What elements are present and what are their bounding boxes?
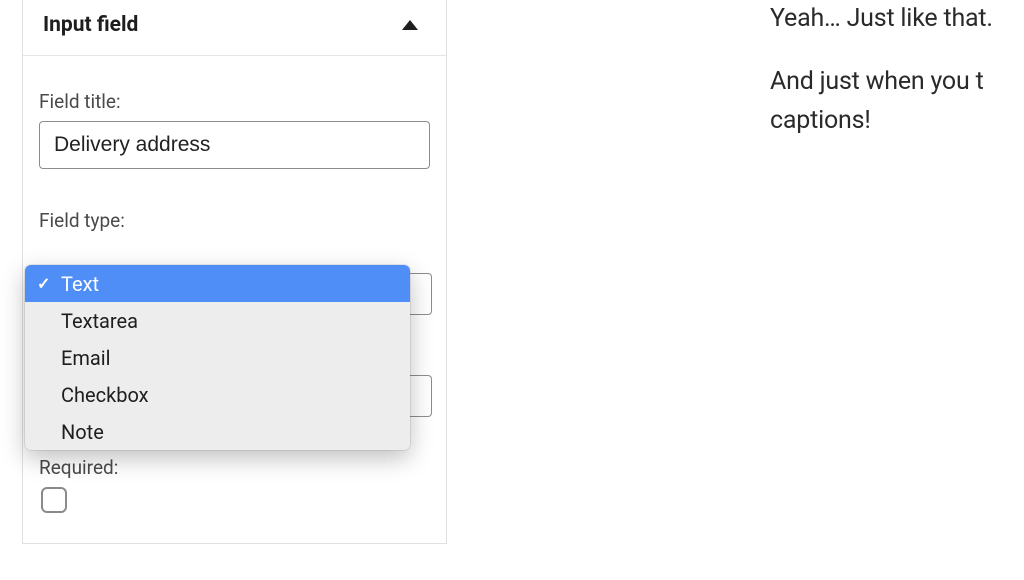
dropdown-option-label: Textarea: [61, 309, 138, 333]
dropdown-option-label: Text: [61, 272, 99, 296]
content-line: captions!: [770, 106, 871, 135]
panel-title: Input field: [43, 13, 138, 37]
collapse-up-icon: [402, 20, 418, 30]
field-title-input[interactable]: [39, 121, 430, 169]
dropdown-option-email[interactable]: Email: [25, 339, 410, 376]
field-type-label: Field type:: [39, 209, 430, 232]
dropdown-option-note[interactable]: Note: [25, 413, 410, 450]
required-checkbox[interactable]: [41, 487, 67, 513]
secondary-select[interactable]: [410, 375, 432, 417]
dropdown-option-textarea[interactable]: Textarea: [25, 302, 410, 339]
field-type-select[interactable]: [410, 273, 432, 315]
page-content-text: Yeah… Just like that. And just when you …: [770, 0, 1024, 164]
content-line: And just when you t: [770, 67, 984, 96]
dropdown-option-label: Email: [61, 346, 111, 370]
field-type-dropdown: ✓ Text Textarea Email Checkbox Note: [25, 265, 410, 450]
field-title-label: Field title:: [39, 90, 430, 113]
required-label: Required:: [39, 456, 430, 479]
dropdown-option-label: Checkbox: [61, 383, 149, 407]
dropdown-option-checkbox[interactable]: Checkbox: [25, 376, 410, 413]
dropdown-option-label: Note: [61, 420, 104, 444]
dropdown-option-text[interactable]: ✓ Text: [25, 265, 410, 302]
content-paragraph: And just when you t captions!: [770, 63, 1024, 141]
checkmark-icon: ✓: [37, 274, 50, 293]
panel-header[interactable]: Input field: [23, 0, 446, 56]
content-line: Yeah… Just like that.: [770, 0, 1024, 39]
